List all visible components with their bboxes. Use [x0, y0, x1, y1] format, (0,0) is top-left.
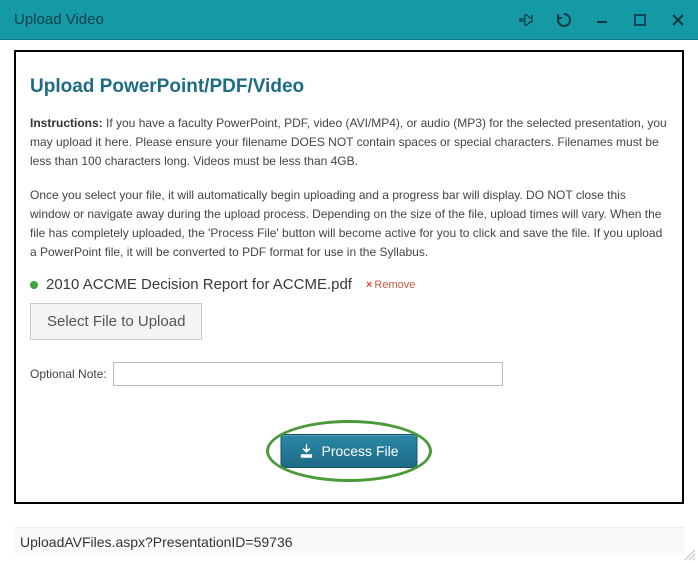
instructions-label: Instructions: [30, 116, 103, 130]
process-button-label: Process File [321, 443, 398, 459]
titlebar: Upload Video [0, 0, 698, 40]
minimize-icon[interactable] [592, 10, 612, 30]
download-icon [299, 444, 313, 458]
select-file-button[interactable]: Select File to Upload [30, 303, 202, 340]
upload-panel: Upload PowerPoint/PDF/Video Instructions… [14, 50, 684, 504]
process-button-wrap: Process File [280, 434, 417, 468]
maximize-icon[interactable] [630, 10, 650, 30]
optional-note-row: Optional Note: [30, 362, 668, 386]
instructions-text-1: If you have a faculty PowerPoint, PDF, v… [30, 116, 667, 168]
status-text: UploadAVFiles.aspx?PresentationID=59736 [20, 534, 293, 550]
close-icon[interactable] [668, 10, 688, 30]
resize-grip-icon[interactable] [682, 547, 696, 561]
process-file-button[interactable]: Process File [280, 434, 417, 468]
instructions-para-2: Once you select your file, it will autom… [30, 186, 668, 263]
content-area: Upload PowerPoint/PDF/Video Instructions… [0, 40, 698, 504]
optional-note-input[interactable] [113, 362, 503, 386]
status-bar: UploadAVFiles.aspx?PresentationID=59736 [14, 527, 684, 555]
panel-heading: Upload PowerPoint/PDF/Video [30, 76, 668, 98]
uploaded-file-row: 2010 ACCME Decision Report for ACCME.pdf… [30, 276, 668, 293]
status-dot-icon [30, 281, 38, 289]
titlebar-controls [516, 10, 688, 30]
refresh-icon[interactable] [554, 10, 574, 30]
pin-icon[interactable] [516, 10, 536, 30]
window-title: Upload Video [14, 11, 516, 28]
optional-note-label: Optional Note: [30, 367, 107, 381]
instructions-para-1: Instructions: If you have a faculty Powe… [30, 114, 668, 172]
remove-label: Remove [374, 279, 415, 291]
remove-file-link[interactable]: × Remove [366, 279, 415, 291]
remove-x-icon: × [366, 279, 372, 291]
uploaded-filename: 2010 ACCME Decision Report for ACCME.pdf [46, 276, 352, 293]
